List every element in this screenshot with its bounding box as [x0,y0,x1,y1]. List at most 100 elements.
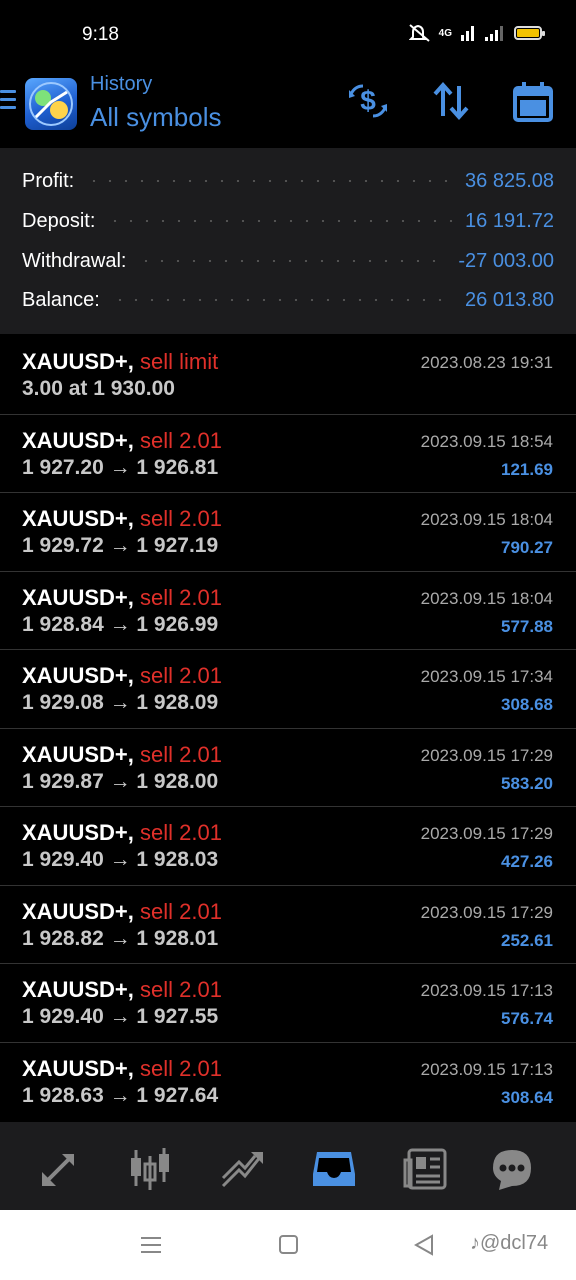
trade-time: 2023.09.15 17:34 [420,667,553,686]
trade-details: 3.00 at 1 930.00 [22,377,175,400]
home-button[interactable] [279,1235,298,1254]
trade-side: sell 2.01 [139,506,222,531]
trade-details: 1 927.20 → 1 926.81 [22,456,219,479]
quotes-icon[interactable] [36,1146,82,1192]
trade-profit: 308.68 [501,695,553,714]
trade-side: sell 2.01 [139,742,222,767]
trade-row[interactable]: XAUUSD+, sell limit 3.00 at 1 930.00 202… [0,335,576,413]
summary-label: Balance: [22,288,100,311]
trade-side: sell 2.01 [139,820,222,845]
bottom-nav [0,1122,576,1210]
battery-icon [514,26,545,40]
trade-row[interactable]: XAUUSD+, sell 2.01 1 927.20 → 1 926.81 2… [0,414,576,492]
summary-label: Withdrawal: [22,249,127,272]
app-header: History All symbols $ [0,70,576,148]
symbol-filter[interactable]: All symbols [90,102,221,133]
summary-row-profit: Profit: 36 825.08 [22,166,554,196]
summary-value: 26 013.80 [465,288,554,311]
dot-leader [111,299,454,301]
summary-label: Profit: [22,169,75,192]
trade-profit: 252.61 [501,931,553,950]
summary-panel: Profit: 36 825.08 Deposit: 16 191.72 Wit… [0,148,576,334]
trade-details: 1 929.08 → 1 928.09 [22,691,219,714]
trade-symbol: XAUUSD+, [22,899,134,924]
trade-profit: 427.26 [501,852,553,871]
trade-details: 1 929.40 → 1 927.55 [22,1005,219,1028]
trade-details: 1 928.82 → 1 928.01 [22,927,219,950]
trade-details: 1 928.84 → 1 926.99 [22,613,219,636]
trade-profit: 583.20 [501,774,553,793]
trade-symbol: XAUUSD+, [22,428,134,453]
mute-icon [408,24,430,42]
trade-details: 1 928.63 → 1 927.64 [22,1084,219,1107]
trade-row[interactable]: XAUUSD+, sell 2.01 1 929.40 → 1 927.55 2… [0,963,576,1041]
summary-value: 16 191.72 [465,209,554,232]
menu-icon[interactable] [0,90,16,112]
trade-symbol: XAUUSD+, [22,506,134,531]
trade-symbol: XAUUSD+, [22,1056,134,1081]
trade-side: sell 2.01 [139,1056,222,1081]
trade-profit: 790.27 [501,538,553,557]
trade-side: sell 2.01 [139,977,222,1002]
status-time: 9:18 [82,24,119,45]
trade-symbol: XAUUSD+, [22,585,134,610]
trade-details: 1 929.87 → 1 928.00 [22,770,219,793]
network-label: 4G [438,27,452,39]
chart-icon[interactable] [127,1146,173,1192]
trade-symbol: XAUUSD+, [22,820,134,845]
trade-time: 2023.09.15 17:13 [420,981,553,1000]
trade-side: sell 2.01 [139,899,222,924]
dot-leader [86,180,454,182]
trade-row[interactable]: XAUUSD+, sell 2.01 1 929.08 → 1 928.09 2… [0,649,576,727]
trade-side: sell 2.01 [139,663,222,688]
trade-profit: 577.88 [501,617,553,636]
calendar-icon[interactable] [512,80,554,122]
trade-details: 1 929.40 → 1 928.03 [22,848,219,871]
summary-row-withdrawal: Withdrawal: -27 003.00 [22,246,554,276]
summary-label: Deposit: [22,209,96,232]
trade-icon[interactable] [219,1146,265,1192]
dollar-swap-icon[interactable]: $ [347,80,389,122]
system-nav: ♪@dcl74 [0,1210,576,1280]
app-logo [25,78,77,130]
summary-value: 36 825.08 [465,169,554,192]
trade-row[interactable]: XAUUSD+, sell 2.01 1 928.84 → 1 926.99 2… [0,571,576,649]
chat-icon[interactable] [489,1146,535,1192]
dot-leader [107,220,454,222]
trade-time: 2023.09.15 18:04 [420,589,553,608]
trade-row[interactable]: XAUUSD+, sell 2.01 1 929.87 → 1 928.00 2… [0,728,576,806]
trade-time: 2023.08.23 19:31 [420,353,553,372]
sort-icon[interactable] [430,80,472,122]
trade-time: 2023.09.15 17:29 [420,903,553,922]
summary-row-balance: Balance: 26 013.80 [22,285,554,315]
trade-details: 1 929.72 → 1 927.19 [22,534,219,557]
status-bar: 9:18 4G [0,0,576,70]
trade-row[interactable]: XAUUSD+, sell 2.01 1 928.82 → 1 928.01 2… [0,885,576,963]
trade-side: sell 2.01 [139,585,222,610]
trade-symbol: XAUUSD+, [22,742,134,767]
svg-text:$: $ [360,85,376,116]
summary-value: -27 003.00 [458,249,554,272]
trade-time: 2023.09.15 18:04 [420,510,553,529]
signal-icon [461,26,474,41]
trade-side: sell limit [139,349,219,374]
trade-profit: 121.69 [501,460,553,479]
trade-row[interactable]: XAUUSD+, sell 2.01 1 928.63 → 1 927.64 2… [0,1042,576,1120]
trade-time: 2023.09.15 17:29 [420,824,553,843]
history-icon[interactable] [311,1146,357,1192]
back-button[interactable] [414,1234,434,1256]
news-icon[interactable] [403,1146,449,1192]
trade-time: 2023.09.15 17:13 [420,1060,553,1079]
trade-symbol: XAUUSD+, [22,349,134,374]
watermark: ♪@dcl74 [470,1232,549,1254]
trade-row[interactable]: XAUUSD+, sell 2.01 1 929.72 → 1 927.19 2… [0,492,576,570]
status-icons: 4G [408,24,545,42]
trade-side: sell 2.01 [139,428,222,453]
trade-profit: 308.64 [501,1088,553,1107]
trade-row[interactable]: XAUUSD+, sell 2.01 1 929.40 → 1 928.03 2… [0,806,576,884]
signal-icon-2 [485,26,503,41]
dot-leader [138,260,447,262]
trade-symbol: XAUUSD+, [22,977,134,1002]
page-title: History [90,73,153,95]
recent-apps-button[interactable] [141,1237,161,1258]
